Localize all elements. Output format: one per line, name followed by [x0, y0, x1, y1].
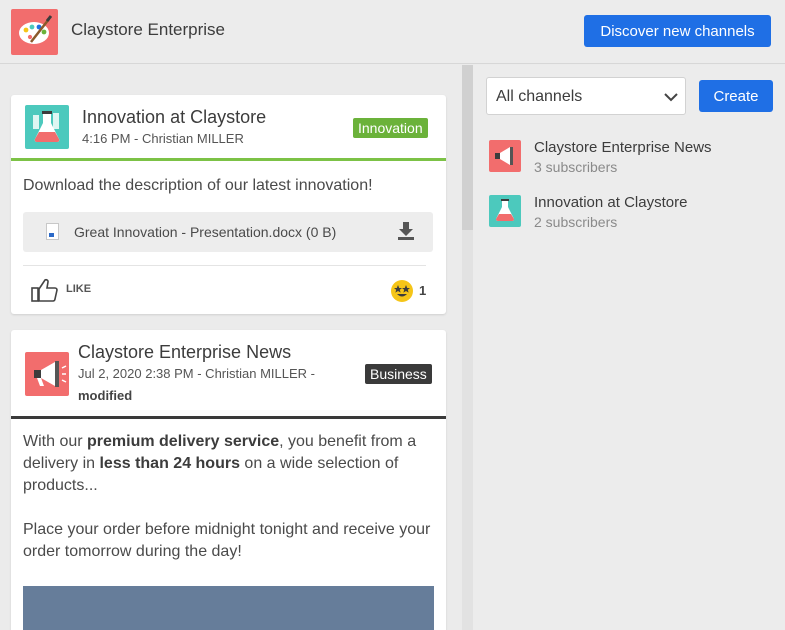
post-text: Place your order before midnight tonight… — [23, 521, 431, 560]
text-bold: premium delivery service — [87, 433, 280, 450]
top-bar: Claystore Enterprise Discover new channe… — [0, 0, 785, 64]
post-card: Innovation at Claystore 4:16 PM - Christ… — [11, 95, 446, 314]
attachment-name[interactable]: Great Innovation - Presentation.docx (0 … — [74, 224, 336, 240]
thumbs-up-icon — [31, 278, 58, 302]
star-eyes-emoji-icon[interactable] — [391, 280, 413, 302]
flask-icon[interactable] — [25, 105, 69, 149]
reaction-count: 1 — [419, 283, 427, 298]
card-separator — [11, 158, 446, 161]
channel-subscribers: 3 subscribers — [534, 159, 618, 175]
megaphone-icon — [489, 140, 521, 172]
chevron-down-icon — [664, 93, 678, 102]
tag-badge[interactable]: Innovation — [353, 118, 428, 138]
channel-subscribers: 2 subscribers — [534, 214, 618, 230]
flask-icon — [489, 195, 521, 227]
text-run: With our — [23, 433, 88, 450]
post-card: Claystore Enterprise News Jul 2, 2020 2:… — [11, 330, 446, 630]
channel-filter-value: All channels — [496, 88, 583, 105]
post-text: With our premium delivery service, you b… — [23, 431, 435, 497]
palette-logo-icon — [11, 9, 58, 55]
like-label: LIKE — [66, 283, 92, 295]
download-icon[interactable] — [397, 221, 415, 241]
card-separator — [11, 416, 446, 419]
channel-list-item[interactable]: Innovation at Claystore 2 subscribers — [485, 192, 775, 238]
attachment-row[interactable]: Great Innovation - Presentation.docx (0 … — [23, 212, 433, 252]
post-meta: Jul 2, 2020 2:38 PM - Christian MILLER - — [78, 366, 315, 381]
channel-name: Innovation at Claystore — [534, 194, 688, 211]
like-button[interactable]: LIKE — [31, 277, 101, 303]
post-modified-label: modified — [78, 388, 133, 403]
feed-scrollbar-thumb[interactable] — [462, 65, 473, 230]
card-divider — [23, 265, 426, 266]
post-channel-title[interactable]: Claystore Enterprise News — [78, 342, 291, 363]
discover-channels-button[interactable]: Discover new channels — [584, 15, 771, 47]
tag-badge[interactable]: Business — [365, 364, 432, 384]
channel-list-item[interactable]: Claystore Enterprise News 3 subscribers — [485, 137, 775, 183]
text-bold: less than 24 hours — [99, 455, 240, 472]
post-text: Download the description of our latest i… — [23, 177, 373, 194]
create-channel-button[interactable]: Create — [699, 80, 773, 112]
post-image[interactable] — [23, 586, 434, 630]
post-channel-title[interactable]: Innovation at Claystore — [82, 107, 266, 128]
channel-name: Claystore Enterprise News — [534, 139, 712, 156]
app-title: Claystore Enterprise — [71, 20, 226, 39]
document-icon — [46, 223, 59, 240]
megaphone-icon[interactable] — [25, 352, 69, 396]
post-meta: 4:16 PM - Christian MILLER — [82, 131, 244, 146]
channel-filter-select[interactable]: All channels — [486, 77, 686, 115]
